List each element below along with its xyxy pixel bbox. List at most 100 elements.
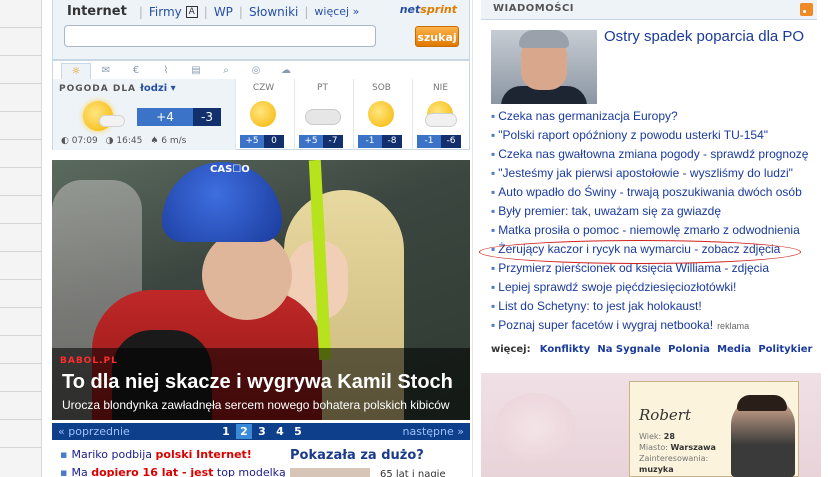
ad-profile-hair bbox=[737, 395, 787, 411]
column-divider bbox=[472, 0, 473, 477]
bullet-icon: ▪ bbox=[60, 448, 68, 461]
search-panel: Internet | Firmy A | WP | Słowniki | wię… bbox=[52, 0, 470, 60]
bottom-news-list: ▪ Mariko podbija polski Internet! ▪ Ma dop… bbox=[60, 448, 286, 477]
hero-headline[interactable]: To dla niej skacze i wygrywa Kamil Stoch bbox=[62, 371, 453, 394]
news-item[interactable]: ▪ "Polski raport opóźniony z powodu uster… bbox=[491, 128, 823, 147]
pokazala-text[interactable]: 65 lat i nagie bbox=[380, 469, 446, 477]
weather-widget: ☼ ✉ € ⌇ ▤ ⌕ ◎ ☁ POGODA DLA łodzi ▾ +4 -3… bbox=[52, 60, 470, 150]
sunrise-value: 07:09 bbox=[71, 136, 98, 146]
news-item-text: List do Schetyny: to jest jak holokaust! bbox=[498, 299, 702, 313]
news-item[interactable]: ▪ Czeka nas germanizacja Europy? bbox=[491, 109, 823, 128]
search-button[interactable]: szukaj bbox=[415, 26, 459, 47]
forecast-high: -1 bbox=[417, 135, 441, 148]
nav-slowniki[interactable]: Słowniki bbox=[249, 5, 298, 19]
list-item[interactable]: ▪ Ma dopiero 16 lat - jest top modelką bbox=[60, 466, 286, 477]
bullet-icon: ▪ bbox=[491, 166, 496, 180]
forecast-high: +5 bbox=[299, 135, 323, 148]
forecast-day[interactable]: CZW +5 0 bbox=[235, 79, 291, 150]
news-item[interactable]: ▪ Czeka nas gwałtowna zmiana pogody - spr… bbox=[491, 147, 823, 166]
forecast-day[interactable]: PT +5 -7 bbox=[294, 79, 350, 150]
hero-source-badge[interactable]: BABOL.PL bbox=[60, 356, 118, 366]
bullet-icon: ▪ bbox=[491, 223, 496, 237]
search-input[interactable] bbox=[64, 25, 376, 47]
more-link-media[interactable]: Media bbox=[717, 344, 751, 355]
calendar-icon[interactable]: ▤ bbox=[181, 63, 211, 79]
helmet-logo: CAS☐O bbox=[210, 164, 250, 175]
pager-page[interactable]: 5 bbox=[290, 424, 306, 439]
nav-firmy[interactable]: Firmy bbox=[149, 5, 182, 19]
left-sidebar-strip bbox=[0, 0, 42, 477]
forecast-day-name: NIE bbox=[432, 83, 449, 93]
nav-more[interactable]: więcej » bbox=[314, 5, 359, 18]
news-item[interactable]: ▪ Poznaj super facetów i wygraj netbooka!… bbox=[491, 318, 823, 337]
cloud-icon[interactable]: ☁ bbox=[271, 63, 301, 79]
nav-separator: | bbox=[304, 4, 309, 19]
more-link-polonia[interactable]: Polonia bbox=[668, 344, 710, 355]
list-item-text: Mariko podbija bbox=[71, 448, 156, 461]
pokazala-thumbnail[interactable] bbox=[290, 468, 370, 477]
top-news-photo[interactable] bbox=[491, 30, 597, 104]
rss-icon[interactable] bbox=[800, 3, 813, 16]
news-item[interactable]: ▪ List do Schetyny: to jest jak holokaust… bbox=[491, 299, 823, 318]
news-item[interactable]: ▪ "Jesteśmy jak pierwsi apostołowie - wys… bbox=[491, 166, 823, 185]
pager-page[interactable]: 1 bbox=[218, 424, 234, 439]
pager-page-active[interactable]: 2 bbox=[236, 424, 252, 439]
planet-icon[interactable]: ◎ bbox=[241, 63, 271, 79]
top-news-title[interactable]: Ostry spadek poparcia dla PO bbox=[604, 28, 804, 45]
bullet-icon: ▪ bbox=[491, 185, 496, 199]
nav-separator: | bbox=[138, 4, 143, 19]
ad-profile-details: Wiek: 28 Miasto: Warszawa Zainteresowani… bbox=[639, 431, 716, 475]
news-item[interactable]: ▪ Były premier: tak, uważam się za gwiazd… bbox=[491, 204, 823, 223]
forecast-low: -6 bbox=[441, 135, 461, 148]
forecast-day[interactable]: SOB -1 -8 bbox=[353, 79, 409, 150]
sun-icon bbox=[368, 101, 394, 127]
news-item-text: "Jesteśmy jak pierwsi apostołowie - wysz… bbox=[498, 166, 793, 180]
more-label: więcej: bbox=[491, 344, 531, 355]
news-item-text: Czeka nas germanizacja Europy? bbox=[498, 109, 678, 123]
hero-subheadline[interactable]: Urocza blondynka zawładnęła sercem noweg… bbox=[62, 398, 450, 412]
partly-cloudy-icon bbox=[425, 101, 457, 127]
book-icon[interactable]: A bbox=[185, 5, 198, 18]
pager-next[interactable]: następne » bbox=[403, 425, 464, 438]
more-link-konflikty[interactable]: Konflikty bbox=[540, 344, 590, 355]
city-selector[interactable]: łodzi ▾ bbox=[140, 83, 176, 94]
pokazala-heading[interactable]: Pokazała za dużo? bbox=[290, 448, 424, 463]
more-link-polityka-part: ier bbox=[797, 344, 813, 355]
news-item-text: Poznaj super facetów i wygraj netbooka! bbox=[498, 318, 714, 332]
pager-prev[interactable]: « poprzednie bbox=[58, 425, 130, 438]
pager-page[interactable]: 3 bbox=[254, 424, 270, 439]
mail-icon[interactable]: ✉ bbox=[91, 63, 121, 79]
nav-internet[interactable]: Internet bbox=[67, 4, 127, 19]
more-link-na-sygnale[interactable]: Na Sygnale bbox=[597, 344, 661, 355]
news-item[interactable]: ▪ Lepiej sprawdź swoje pięćdziesięciozłot… bbox=[491, 280, 823, 299]
magnifier-icon[interactable]: ⌕ bbox=[211, 63, 241, 79]
ad-decoration bbox=[495, 393, 575, 463]
sunset-value: 16:45 bbox=[116, 136, 143, 146]
sunset-time: ◑ 16:45 bbox=[106, 136, 143, 146]
list-item-text: top modelką bbox=[213, 466, 286, 477]
list-item[interactable]: ▪ Mariko podbija polski Internet! bbox=[60, 448, 280, 461]
news-header: WIADOMOŚCI bbox=[481, 0, 817, 20]
sunrise-icon: ◐ bbox=[61, 136, 69, 146]
hero-slide[interactable]: CAS☐O BABOL.PL To dla niej skacze i wygr… bbox=[52, 160, 470, 420]
sunrise-time: ◐ 07:09 bbox=[61, 136, 98, 146]
ad-banner[interactable]: Robert Wiek: 28 Miasto: Warszawa Zainter… bbox=[481, 373, 821, 477]
sun-icon[interactable]: ☼ bbox=[61, 63, 91, 79]
euro-icon[interactable]: € bbox=[121, 63, 151, 79]
pager-page[interactable]: 4 bbox=[272, 424, 288, 439]
chart-icon[interactable]: ⌇ bbox=[151, 63, 181, 79]
cloud-icon bbox=[99, 115, 125, 127]
more-link-polityka[interactable]: Politykier bbox=[758, 344, 812, 355]
netsprint-logo: netsprint bbox=[400, 3, 457, 16]
nav-wp[interactable]: WP bbox=[214, 5, 233, 19]
forecast-day[interactable]: NIE -1 -6 bbox=[412, 79, 468, 150]
ad-tag: reklama bbox=[717, 321, 750, 331]
news-item-text: Lepiej sprawdź swoje pięćdziesięciozłotó… bbox=[498, 280, 737, 294]
news-item[interactable]: ▪ Auto wpadło do Świny - trwają poszukiwa… bbox=[491, 185, 823, 204]
forecast-day-name: PT bbox=[317, 83, 328, 93]
sun-times: ◐ 07:09 ◑ 16:45 ♠ 6 m/s bbox=[61, 136, 186, 146]
forecast-low: -7 bbox=[323, 135, 343, 148]
news-item-text: Auto wpadło do Świny - trwają poszukiwan… bbox=[498, 185, 802, 199]
wind-speed: ♠ 6 m/s bbox=[150, 136, 186, 146]
temp-low: -3 bbox=[193, 108, 221, 126]
